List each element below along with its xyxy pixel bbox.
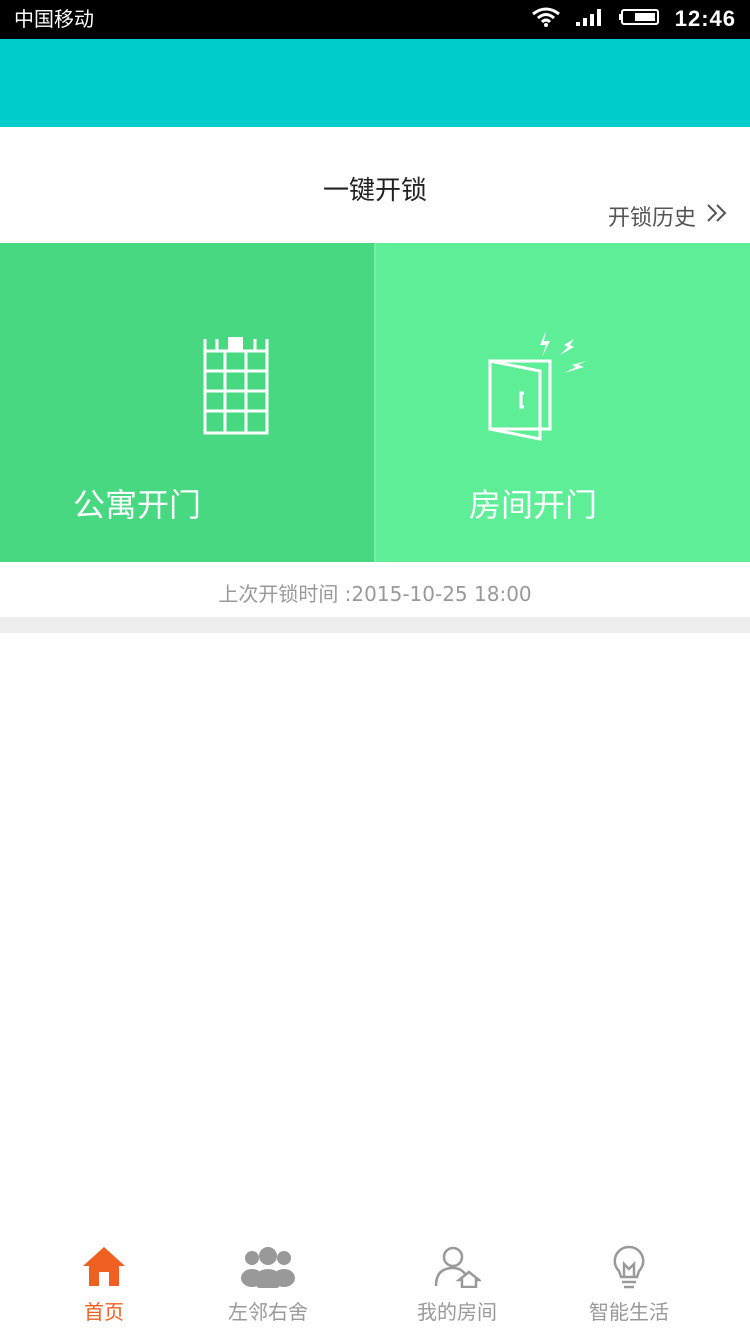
apartment-unlock-button[interactable]: 公寓开门 [0,243,374,562]
nav-label-my-room: 我的房间 [417,1300,497,1324]
home-icon [82,1244,126,1292]
history-label: 开锁历史 [607,206,696,231]
signal-icon [575,6,605,32]
bulb-icon [611,1244,647,1294]
building-icon [202,337,270,439]
battery-icon [618,6,661,32]
status-bar: 中国移动 12:46 [0,0,750,39]
nav-label-neighbors: 左邻右舍 [228,1300,308,1324]
room-unlock-label: 房间开门 [468,486,597,524]
apartment-unlock-label: 公寓开门 [72,486,201,524]
room-unlock-button[interactable]: 房间开门 [376,243,750,562]
bottom-nav: 首页 左邻右舍 我的房间 智能生活 [0,1234,750,1334]
wifi-icon [531,6,561,32]
nav-item-my-room[interactable]: 我的房间 [377,1234,537,1334]
double-chevron-right-icon [706,203,728,229]
carrier-name: 中国移动 [14,7,94,31]
nav-item-home[interactable]: 首页 [24,1234,184,1334]
unlock-tiles: 公寓开门 房间开门 [0,243,750,562]
nav-label-home: 首页 [84,1300,124,1324]
last-unlock-time: 上次开锁时间 :2015-10-25 18:00 [218,582,532,606]
section-divider [0,617,750,633]
status-icons: 12:46 [531,4,736,34]
nav-label-smart-life: 智能生活 [589,1300,669,1324]
clock: 12:46 [674,6,736,31]
user-home-icon [433,1244,483,1292]
unlock-history-link[interactable]: 开锁历史 [608,200,728,232]
nav-item-smart-life[interactable]: 智能生活 [549,1234,709,1334]
door-icon [484,331,588,447]
header-bar [0,39,750,127]
nav-item-neighbors[interactable]: 左邻右舍 [188,1234,348,1334]
people-icon [240,1244,296,1292]
